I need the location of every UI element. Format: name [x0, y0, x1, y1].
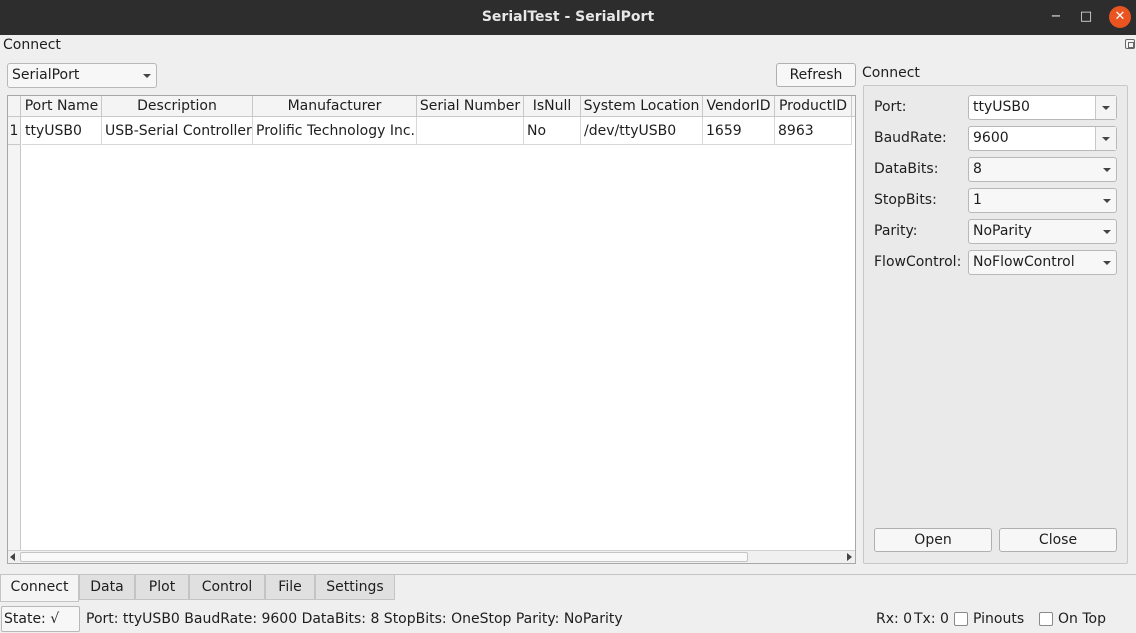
- tab-plot[interactable]: Plot: [135, 575, 189, 600]
- baudrate-value[interactable]: 9600: [973, 130, 1009, 146]
- port-type-value: SerialPort: [12, 67, 80, 83]
- state-button[interactable]: State: √: [1, 606, 80, 632]
- port-type-select[interactable]: SerialPort: [7, 63, 157, 88]
- close-button[interactable]: Close: [999, 528, 1117, 552]
- flowcontrol-value: NoFlowControl: [973, 254, 1075, 270]
- status-info: Port: ttyUSB0 BaudRate: 9600 DataBits: 8…: [86, 611, 623, 627]
- tab-settings[interactable]: Settings: [315, 575, 395, 600]
- scroll-right-icon[interactable]: [847, 553, 852, 561]
- column-header-port-name[interactable]: Port Name: [22, 96, 102, 117]
- open-button[interactable]: Open: [874, 528, 992, 552]
- chevron-down-icon[interactable]: [1095, 96, 1116, 119]
- chevron-down-icon: [1098, 251, 1116, 274]
- column-header-serial-number[interactable]: Serial Number: [417, 96, 524, 117]
- title-bar: SerialTest - SerialPort − □ ✕: [0, 0, 1136, 35]
- column-header-vendor-id[interactable]: VendorID: [703, 96, 775, 117]
- tab-data[interactable]: Data: [79, 575, 135, 600]
- chevron-down-icon: [138, 64, 156, 87]
- maximize-icon[interactable]: □: [1075, 7, 1097, 27]
- cell-product-id[interactable]: 8963: [775, 117, 852, 145]
- parity-label: Parity:: [874, 223, 918, 239]
- scrollbar-thumb[interactable]: [20, 552, 748, 562]
- refresh-button[interactable]: Refresh: [776, 63, 856, 87]
- chevron-down-icon[interactable]: [1095, 127, 1116, 150]
- column-header-product-id[interactable]: ProductID: [775, 96, 852, 117]
- pinouts-checkbox[interactable]: [954, 612, 968, 626]
- cell-serial-number[interactable]: [417, 117, 524, 145]
- tab-connect[interactable]: Connect: [0, 575, 79, 602]
- column-header-system-location[interactable]: System Location: [581, 96, 703, 117]
- column-header-isnull[interactable]: IsNull: [524, 96, 581, 117]
- tab-file[interactable]: File: [265, 575, 315, 600]
- chevron-down-icon: [1098, 220, 1116, 243]
- dock-float-icon[interactable]: [1125, 39, 1135, 49]
- ontop-checkbox[interactable]: [1039, 612, 1053, 626]
- stopbits-label: StopBits:: [874, 192, 937, 208]
- table-row[interactable]: 1 ttyUSB0 USB-Serial Controller Prolific…: [8, 117, 855, 145]
- minimize-icon[interactable]: −: [1045, 7, 1067, 27]
- cell-description[interactable]: USB-Serial Controller: [102, 117, 253, 145]
- stopbits-value: 1: [973, 192, 982, 208]
- port-combo[interactable]: ttyUSB0: [968, 95, 1117, 120]
- column-header-description[interactable]: Description: [102, 96, 253, 117]
- chevron-down-icon: [1098, 158, 1116, 181]
- connect-group-title: Connect: [862, 65, 920, 81]
- databits-select[interactable]: 8: [968, 157, 1117, 182]
- scroll-left-icon[interactable]: [10, 553, 15, 561]
- chevron-down-icon: [1098, 189, 1116, 212]
- row-number[interactable]: 1: [8, 117, 21, 145]
- port-label: Port:: [874, 99, 907, 115]
- horizontal-scrollbar[interactable]: [8, 550, 855, 563]
- cell-manufacturer[interactable]: Prolific Technology Inc.: [253, 117, 417, 145]
- table-header: Port Name Description Manufacturer Seria…: [8, 96, 855, 117]
- close-window-icon[interactable]: ✕: [1109, 6, 1131, 28]
- cell-port-name[interactable]: ttyUSB0: [22, 117, 102, 145]
- column-header-manufacturer[interactable]: Manufacturer: [253, 96, 417, 117]
- tab-control[interactable]: Control: [189, 575, 265, 600]
- cell-vendor-id[interactable]: 1659: [703, 117, 775, 145]
- port-table[interactable]: Port Name Description Manufacturer Seria…: [7, 95, 856, 564]
- tx-count: Tx: 0: [914, 611, 949, 627]
- pinouts-label[interactable]: Pinouts: [973, 611, 1024, 627]
- databits-label: DataBits:: [874, 161, 939, 177]
- window-title: SerialTest - SerialPort: [481, 9, 655, 25]
- flowcontrol-label: FlowControl:: [874, 254, 962, 270]
- parity-select[interactable]: NoParity: [968, 219, 1117, 244]
- row-header-column: [8, 117, 21, 563]
- cell-isnull[interactable]: No: [524, 117, 581, 145]
- cell-system-location[interactable]: /dev/ttyUSB0: [581, 117, 703, 145]
- stopbits-select[interactable]: 1: [968, 188, 1117, 213]
- port-value[interactable]: ttyUSB0: [973, 99, 1030, 115]
- databits-value: 8: [973, 161, 982, 177]
- baudrate-combo[interactable]: 9600: [968, 126, 1117, 151]
- ontop-label[interactable]: On Top: [1058, 611, 1106, 627]
- rx-count: Rx: 0: [876, 611, 913, 627]
- dock-title: Connect: [3, 37, 61, 53]
- table-corner: [8, 96, 21, 117]
- parity-value: NoParity: [973, 223, 1032, 239]
- flowcontrol-select[interactable]: NoFlowControl: [968, 250, 1117, 275]
- baudrate-label: BaudRate:: [874, 130, 947, 146]
